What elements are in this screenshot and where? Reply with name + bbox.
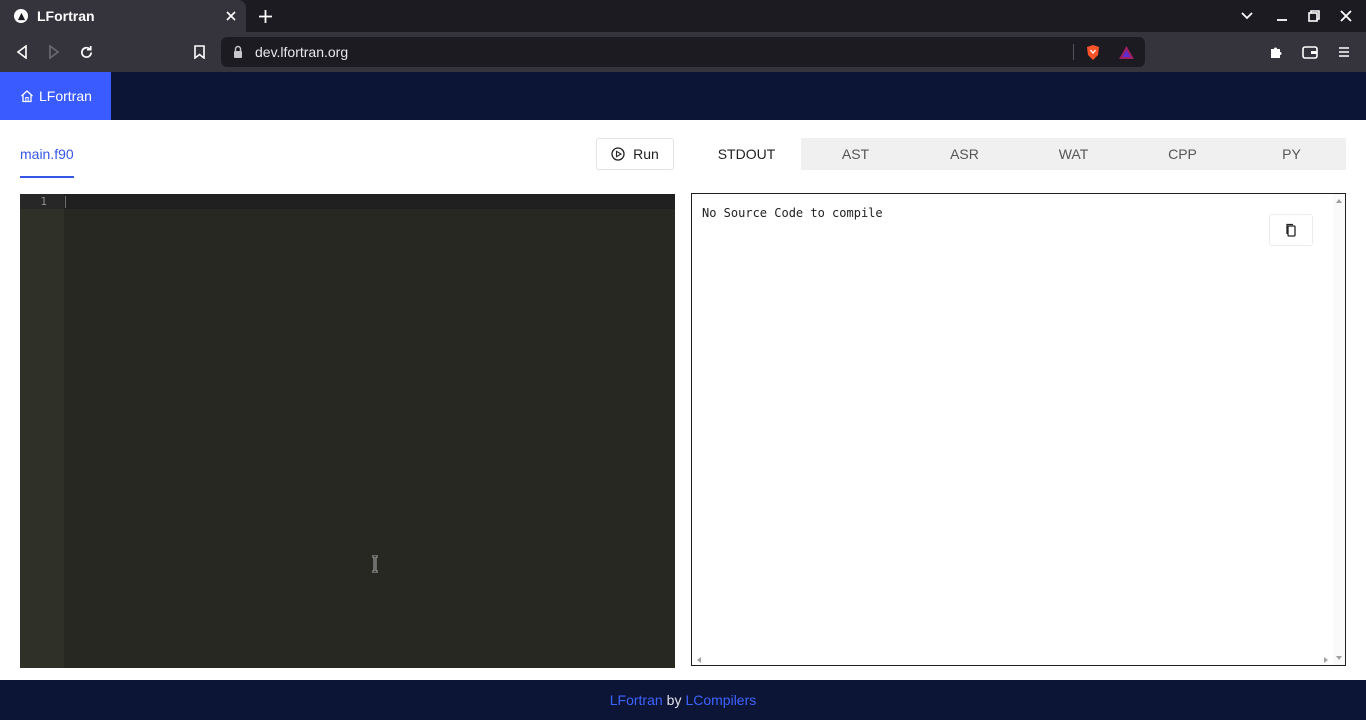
new-tab-icon[interactable] xyxy=(255,6,275,26)
copy-button[interactable] xyxy=(1269,214,1313,246)
scroll-right-icon[interactable] xyxy=(1324,657,1328,663)
brave-rewards-icon[interactable] xyxy=(1118,44,1135,61)
bookmark-icon[interactable] xyxy=(189,42,209,62)
output-horizontal-scrollbar[interactable] xyxy=(692,655,1333,665)
restore-icon[interactable] xyxy=(1306,8,1322,24)
output-text: No Source Code to compile xyxy=(702,206,883,220)
tab-list-chevron-down-icon[interactable] xyxy=(1239,8,1255,24)
lock-icon xyxy=(234,45,242,58)
tab-asr[interactable]: ASR xyxy=(910,138,1019,170)
scroll-left-icon[interactable] xyxy=(697,657,701,663)
tab-close-icon[interactable] xyxy=(222,7,240,25)
file-tab-indicator xyxy=(20,176,74,178)
editor-file-tab[interactable]: main.f90 xyxy=(20,146,74,162)
copy-clipboard-icon xyxy=(1286,223,1296,237)
home-link[interactable]: LFortran xyxy=(0,72,111,120)
footer-by-text: by xyxy=(666,692,682,708)
wallet-icon[interactable] xyxy=(1300,42,1320,62)
brave-shields-icon[interactable] xyxy=(1084,44,1101,61)
code-editor[interactable]: 1 xyxy=(20,194,675,668)
close-window-icon[interactable] xyxy=(1338,8,1354,24)
editor-gutter: 1 xyxy=(20,194,64,668)
tab-stdout[interactable]: STDOUT xyxy=(692,138,801,170)
footer-lcompilers-link[interactable]: LCompilers xyxy=(685,692,756,708)
address-bar[interactable]: dev.lfortran.org xyxy=(221,37,1145,67)
browser-tab[interactable]: LFortran xyxy=(0,0,246,32)
browser-tab-title: LFortran xyxy=(37,8,95,24)
tab-wat[interactable]: WAT xyxy=(1019,138,1128,170)
back-icon[interactable] xyxy=(12,42,32,62)
address-text: dev.lfortran.org xyxy=(255,44,349,60)
scroll-down-icon[interactable] xyxy=(1336,656,1342,660)
menu-icon[interactable] xyxy=(1334,42,1354,62)
home-link-label: LFortran xyxy=(39,88,92,104)
minimize-icon[interactable] xyxy=(1274,8,1290,24)
footer-lfortran-link[interactable]: LFortran xyxy=(610,692,663,708)
reload-icon[interactable] xyxy=(76,42,96,62)
output-panel[interactable]: No Source Code to compile xyxy=(691,193,1346,666)
tab-cpp[interactable]: CPP xyxy=(1128,138,1237,170)
lfortran-favicon-icon xyxy=(14,9,28,23)
app-footer: LFortran by LCompilers xyxy=(0,680,1366,720)
run-button-label: Run xyxy=(633,146,659,162)
browser-toolbar: dev.lfortran.org xyxy=(0,32,1366,72)
address-divider xyxy=(1073,44,1074,60)
text-caret xyxy=(65,196,66,208)
run-button[interactable]: Run xyxy=(596,138,674,170)
editor-active-line xyxy=(64,194,675,209)
forward-icon[interactable] xyxy=(44,42,64,62)
line-number: 1 xyxy=(40,195,47,208)
extensions-puzzle-icon[interactable] xyxy=(1266,42,1286,62)
output-vertical-scrollbar[interactable] xyxy=(1333,194,1345,665)
play-circle-icon xyxy=(611,147,625,161)
app-navbar: LFortran xyxy=(0,72,1366,120)
output-tabs: STDOUT AST ASR WAT CPP PY xyxy=(692,138,1346,170)
tab-ast[interactable]: AST xyxy=(801,138,910,170)
tab-py[interactable]: PY xyxy=(1237,138,1346,170)
browser-tabstrip: LFortran xyxy=(0,0,1366,32)
text-cursor-ibeam-icon xyxy=(372,555,378,573)
scroll-up-icon[interactable] xyxy=(1336,199,1342,203)
home-icon xyxy=(21,90,33,103)
